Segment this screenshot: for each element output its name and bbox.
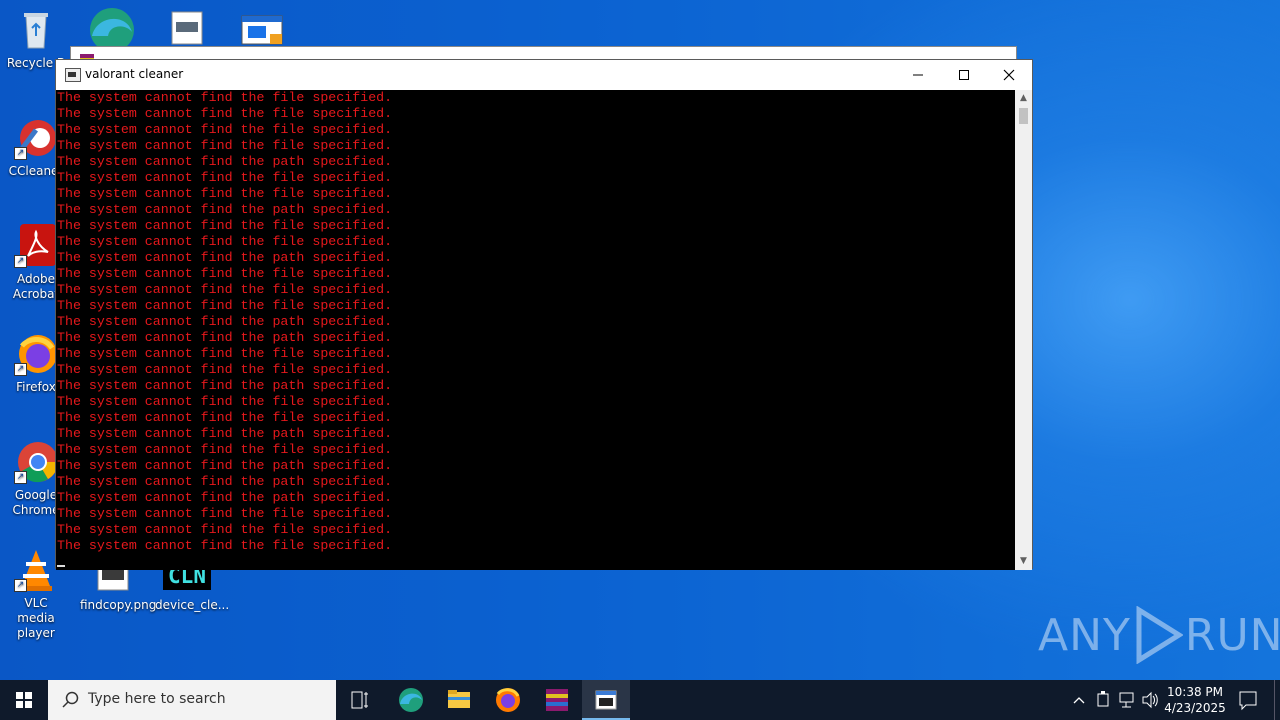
tray-network-icon[interactable] bbox=[1116, 680, 1138, 720]
usb-device-icon bbox=[1097, 691, 1109, 707]
console-line: The system cannot find the path specifie… bbox=[57, 474, 393, 489]
watermark-text-left: ANY bbox=[1038, 609, 1131, 661]
console-output[interactable]: The system cannot find the file specifie… bbox=[56, 90, 1016, 570]
close-icon bbox=[1003, 69, 1015, 81]
watermark-text-right: RUN bbox=[1184, 609, 1280, 661]
winrar-icon bbox=[546, 689, 568, 711]
vertical-scrollbar[interactable]: ▲ ▼ bbox=[1015, 90, 1032, 570]
desktop-icon-label: Google Chrome bbox=[12, 488, 60, 517]
network-icon bbox=[1119, 692, 1134, 708]
desktop-icon-label: Adobe Acrobat bbox=[12, 272, 60, 301]
console-line: The system cannot find the file specifie… bbox=[57, 90, 393, 105]
chrome-icon: ↗ bbox=[14, 440, 58, 484]
console-line: The system cannot find the file specifie… bbox=[57, 234, 393, 249]
console-line: The system cannot find the path specifie… bbox=[57, 330, 393, 345]
close-button[interactable] bbox=[986, 60, 1032, 90]
console-line: The system cannot find the path specifie… bbox=[57, 154, 393, 169]
tray-device-icon[interactable] bbox=[1093, 680, 1113, 720]
image-file-icon[interactable] bbox=[170, 10, 204, 46]
console-line: The system cannot find the file specifie… bbox=[57, 298, 393, 313]
notification-icon bbox=[1239, 691, 1257, 711]
play-icon bbox=[1136, 606, 1183, 664]
minimize-button[interactable] bbox=[895, 60, 941, 90]
console-line: The system cannot find the path specifie… bbox=[57, 250, 393, 265]
edge-desktop-icon[interactable] bbox=[86, 6, 138, 52]
console-app-icon bbox=[65, 68, 81, 82]
firefox-icon bbox=[496, 688, 520, 712]
console-line: The system cannot find the file specifie… bbox=[57, 138, 393, 153]
clock-date: 4/23/2025 bbox=[1164, 701, 1226, 715]
console-line: The system cannot find the file specifie… bbox=[57, 282, 393, 297]
search-icon bbox=[62, 691, 79, 708]
vlc-icon: ↗ bbox=[14, 548, 58, 592]
console-line: The system cannot find the path specifie… bbox=[57, 202, 393, 217]
console-line: The system cannot find the file specifie… bbox=[57, 106, 393, 121]
desktop-icon-label: device_cle... bbox=[155, 598, 230, 612]
task-view-button[interactable] bbox=[340, 680, 380, 720]
taskbar: Type here to search 10:38 PM 4/23/2025 bbox=[0, 680, 1280, 720]
console-line: The system cannot find the file specifie… bbox=[57, 522, 393, 537]
show-hidden-icons-button[interactable] bbox=[1070, 680, 1088, 720]
console-line: The system cannot find the file specifie… bbox=[57, 170, 393, 185]
desktop-icon-label: VLC media player bbox=[17, 596, 55, 640]
taskbar-firefox[interactable] bbox=[486, 680, 530, 720]
volume-icon bbox=[1142, 691, 1158, 709]
anyrun-watermark: ANY RUN bbox=[1038, 606, 1280, 664]
title-bar[interactable]: valorant cleaner bbox=[56, 60, 1032, 90]
window-title: valorant cleaner bbox=[85, 67, 184, 81]
console-window[interactable]: valorant cleaner The system cannot find … bbox=[55, 59, 1033, 570]
notifications-button[interactable] bbox=[1234, 680, 1262, 720]
console-line: The system cannot find the file specifie… bbox=[57, 362, 393, 377]
maximize-button[interactable] bbox=[941, 60, 987, 90]
maximize-icon bbox=[959, 70, 969, 80]
console-line: The system cannot find the file specifie… bbox=[57, 538, 393, 553]
console-line: The system cannot find the path specifie… bbox=[57, 426, 393, 441]
console-line: The system cannot find the path specifie… bbox=[57, 378, 393, 393]
console-line: The system cannot find the file specifie… bbox=[57, 186, 393, 201]
ccleaner-icon: ↗ bbox=[14, 116, 58, 160]
console-line: The system cannot find the path specifie… bbox=[57, 314, 393, 329]
clock-time: 10:38 PM bbox=[1167, 685, 1223, 699]
chevron-up-icon bbox=[1073, 697, 1085, 704]
console-line: The system cannot find the file specifie… bbox=[57, 442, 393, 457]
scroll-down-arrow-icon[interactable]: ▼ bbox=[1015, 553, 1032, 570]
console-line: The system cannot find the path specifie… bbox=[57, 490, 393, 505]
windows-logo-icon bbox=[16, 692, 32, 708]
minimize-icon bbox=[913, 74, 923, 76]
taskbar-search-box[interactable]: Type here to search bbox=[48, 680, 336, 720]
desktop-icon-label: findcopy.png bbox=[80, 598, 157, 612]
taskbar-file-explorer[interactable] bbox=[437, 680, 481, 720]
text-cursor bbox=[57, 565, 65, 567]
desktop-icon-label: Firefox bbox=[16, 380, 56, 394]
scroll-thumb[interactable] bbox=[1019, 108, 1028, 124]
app-window-icon[interactable] bbox=[240, 14, 284, 48]
console-line: The system cannot find the file specifie… bbox=[57, 218, 393, 233]
taskbar-edge[interactable] bbox=[389, 680, 433, 720]
console-line: The system cannot find the file specifie… bbox=[57, 394, 393, 409]
recycle-bin-icon bbox=[14, 8, 58, 52]
tray-volume-icon[interactable] bbox=[1140, 680, 1160, 720]
console-line: The system cannot find the file specifie… bbox=[57, 122, 393, 137]
console-line: The system cannot find the file specifie… bbox=[57, 506, 393, 521]
start-button[interactable] bbox=[0, 680, 48, 720]
scroll-up-arrow-icon[interactable]: ▲ bbox=[1015, 90, 1032, 107]
edge-icon bbox=[399, 688, 423, 712]
task-view-icon bbox=[351, 691, 368, 709]
search-placeholder: Type here to search bbox=[88, 691, 226, 707]
taskbar-clock[interactable]: 10:38 PM 4/23/2025 bbox=[1160, 684, 1230, 716]
console-line: The system cannot find the file specifie… bbox=[57, 410, 393, 425]
console-icon bbox=[595, 690, 617, 710]
console-line: The system cannot find the file specifie… bbox=[57, 346, 393, 361]
console-line: The system cannot find the file specifie… bbox=[57, 266, 393, 281]
taskbar-winrar[interactable] bbox=[535, 680, 579, 720]
console-line: The system cannot find the path specifie… bbox=[57, 458, 393, 473]
show-desktop-button[interactable] bbox=[1274, 680, 1280, 720]
taskbar-console-active[interactable] bbox=[582, 680, 630, 720]
firefox-icon: ↗ bbox=[14, 332, 58, 376]
file-explorer-icon bbox=[448, 690, 470, 708]
adobe-acrobat-icon: ↗ bbox=[14, 224, 58, 268]
